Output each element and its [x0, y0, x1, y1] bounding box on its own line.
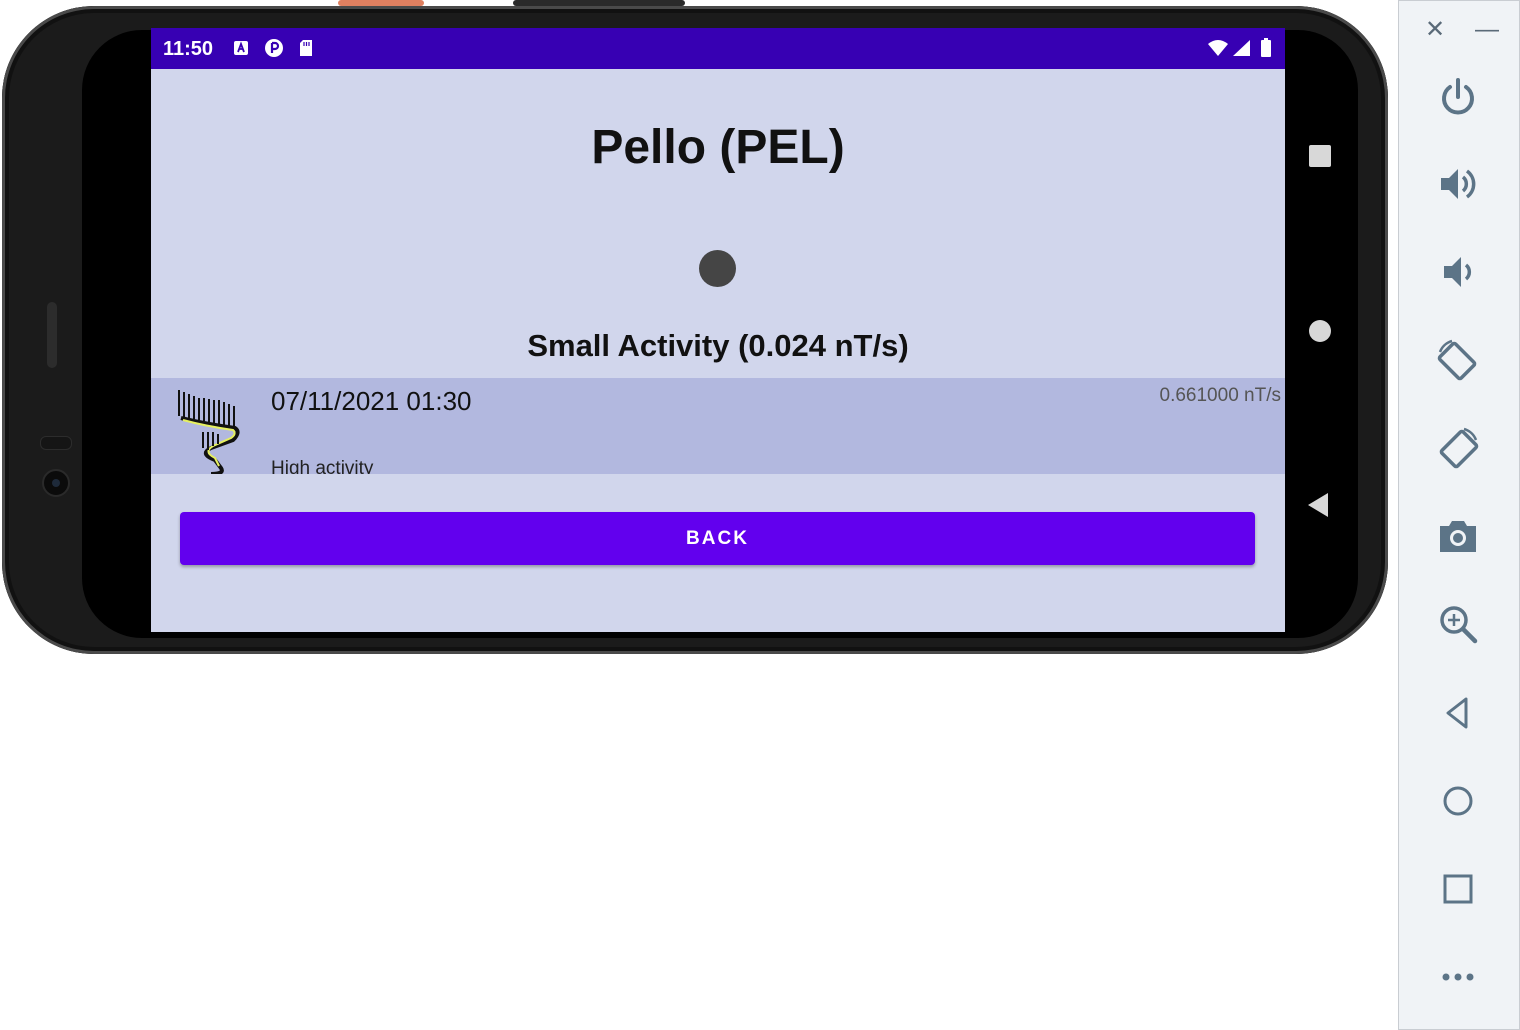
list-item-datetime: 07/11/2021 01:30 [271, 386, 472, 416]
notification-app-icon [265, 39, 283, 57]
overview-icon[interactable] [1434, 865, 1482, 913]
front-camera [42, 469, 70, 497]
sd-card-icon [300, 40, 312, 56]
list-item-description: High activity [271, 458, 374, 474]
list-item-rate: 0.661000 nT/s [1159, 385, 1281, 406]
current-activity-label: Small Activity (0.024 nT/s) [527, 328, 909, 363]
nav-back-icon[interactable] [1306, 492, 1330, 518]
back-button[interactable]: BACK [180, 512, 1255, 565]
power-icon[interactable] [1434, 73, 1482, 121]
notification-a-icon [234, 41, 248, 55]
home-icon[interactable] [1434, 777, 1482, 825]
list-item[interactable]: 07/11/2021 01:30 0.661000 nT/s High acti… [151, 378, 1285, 474]
status-bar: 11:50 [151, 28, 1285, 69]
emulator-toolbar: ✕ — [1398, 0, 1520, 1030]
status-time: 11:50 [163, 38, 214, 60]
device-power-key[interactable] [338, 0, 424, 6]
nav-overview-icon[interactable] [1308, 144, 1332, 168]
device-volume-key[interactable] [513, 0, 685, 6]
activity-indicator-dot [699, 250, 736, 287]
volume-down-icon[interactable] [1434, 248, 1482, 296]
wifi-icon [1208, 40, 1228, 56]
minimize-icon[interactable]: — [1475, 15, 1499, 45]
more-icon[interactable] [1434, 953, 1482, 1001]
rotate-right-icon[interactable] [1434, 424, 1482, 472]
device-sensor [40, 436, 72, 450]
aurora-activity-icon [178, 390, 240, 474]
zoom-icon[interactable] [1434, 600, 1482, 648]
battery-icon [1261, 38, 1271, 57]
camera-icon[interactable] [1434, 512, 1482, 560]
rotate-left-icon[interactable] [1434, 336, 1482, 384]
app-screen: 11:50 Pello (PEL) Small Activity (0.024 … [151, 28, 1285, 632]
close-icon[interactable]: ✕ [1425, 15, 1445, 45]
back-icon[interactable] [1434, 689, 1482, 737]
nav-home-icon[interactable] [1308, 319, 1332, 343]
station-title: Pello (PEL) [591, 121, 845, 174]
volume-up-icon[interactable] [1434, 160, 1482, 208]
device-speaker [47, 302, 57, 368]
cellular-signal-icon [1233, 40, 1250, 56]
